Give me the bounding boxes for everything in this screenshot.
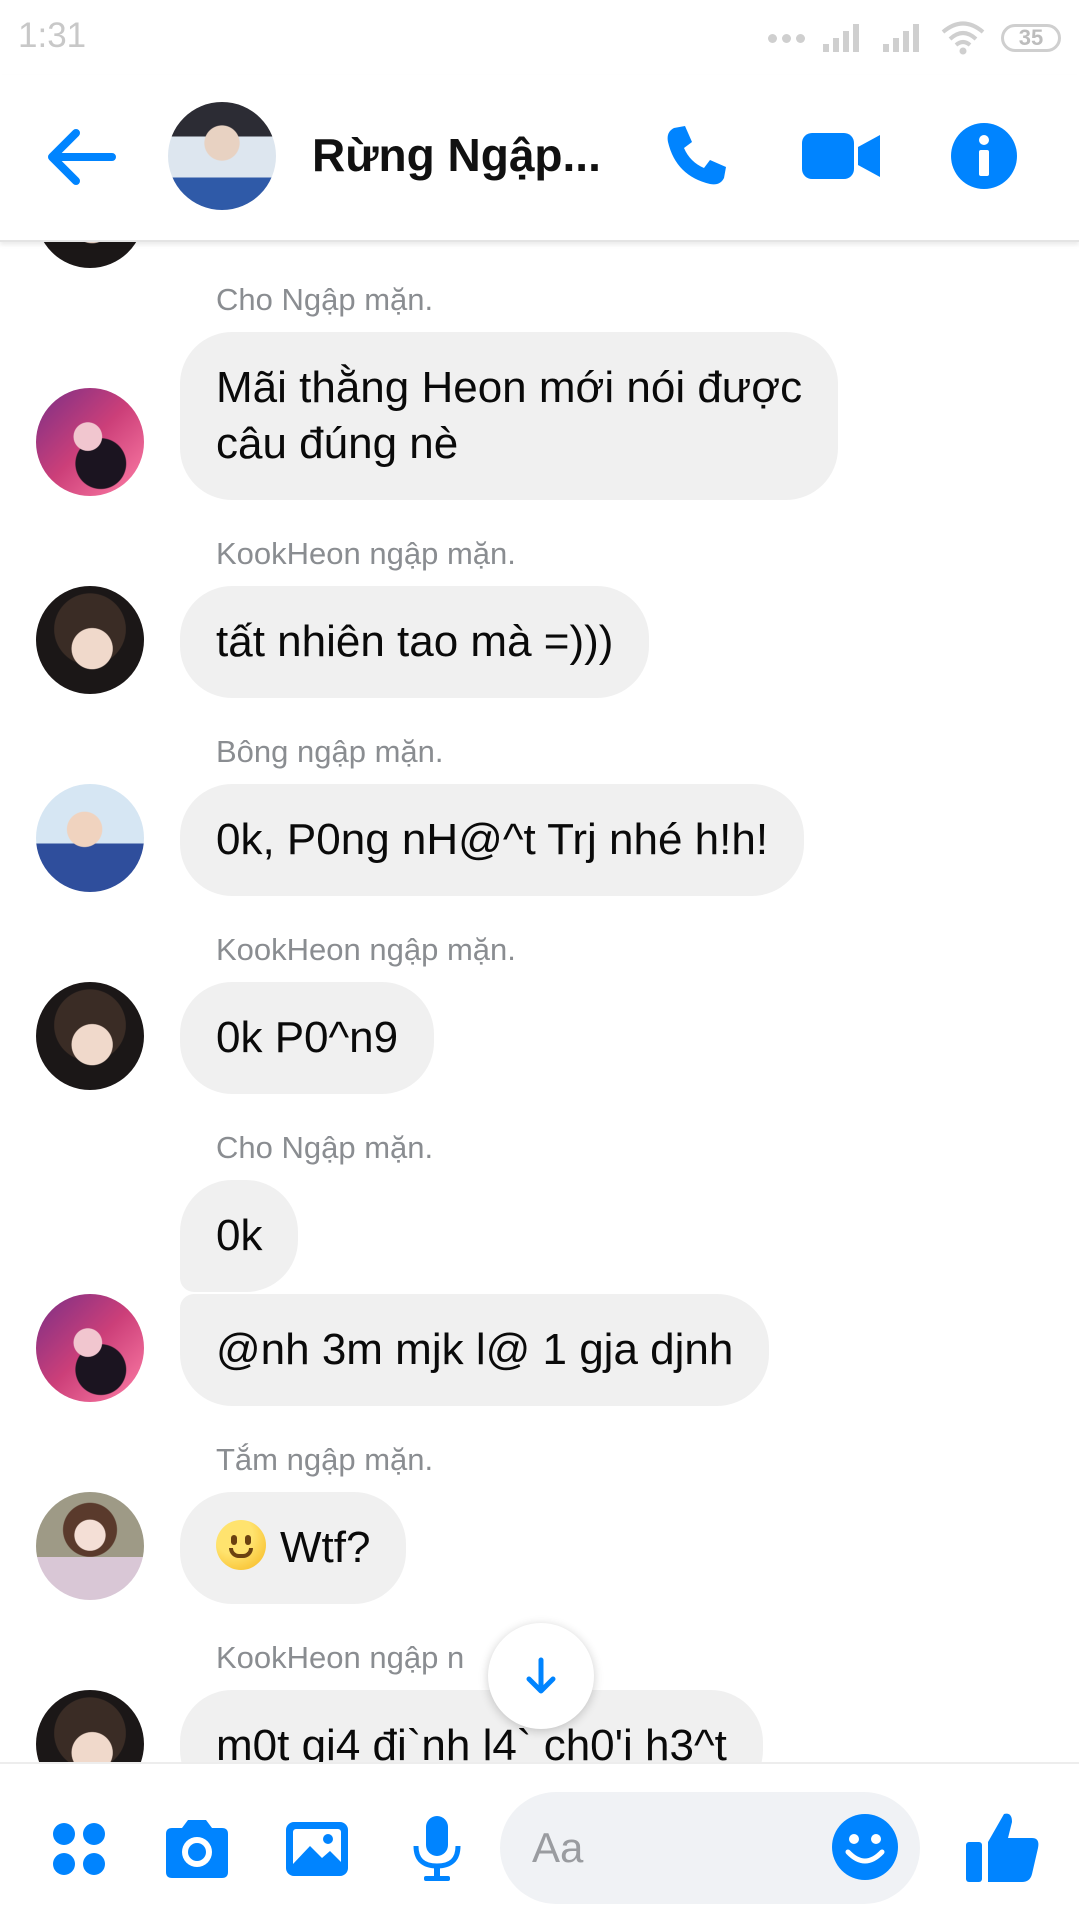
smiley-emoji-icon (216, 1520, 266, 1570)
message-text: 0k P0^n9 (216, 1013, 399, 1062)
sender-name: KookHeon ngập n (216, 1640, 465, 1675)
more-dots-icon (768, 33, 805, 43)
gallery-icon[interactable] (282, 1814, 352, 1884)
info-icon[interactable] (948, 120, 1020, 192)
message-text: 0k (216, 1211, 263, 1260)
composer-bar (0, 1762, 1079, 1922)
message-text: tất nhiên tao mà =))) (216, 617, 614, 666)
menu-dots-icon[interactable] (44, 1814, 114, 1884)
message-bubble[interactable]: 0k (180, 1180, 299, 1292)
avatar[interactable] (36, 1690, 144, 1762)
sender-name: Tắm ngập mặn. (216, 1442, 434, 1477)
avatar[interactable] (36, 982, 144, 1090)
video-camera-icon[interactable] (800, 125, 882, 187)
message-bubble[interactable]: 0k P0^n9 (180, 982, 435, 1094)
message-text: câu đúng nè (216, 419, 459, 468)
battery-icon: 35 (1001, 24, 1061, 52)
battery-level: 35 (1018, 25, 1044, 50)
message-text: 0k, P0ng nH@^t Trj nhé h!h! (216, 815, 769, 864)
avatar[interactable] (36, 388, 144, 496)
smiley-icon[interactable] (830, 1812, 900, 1882)
status-time: 1:31 (18, 16, 87, 55)
wifi-icon (941, 21, 985, 55)
status-icons: 35 (768, 18, 1061, 58)
message-bubble[interactable]: Mãi thằng Heon mới nói được câu đúng nè (180, 332, 839, 500)
message-bubble[interactable]: 0k, P0ng nH@^t Trj nhé h!h! (180, 784, 805, 896)
sender-name: Cho Ngập mặn. (216, 282, 434, 317)
camera-icon[interactable] (162, 1814, 232, 1884)
sender-name: Bông ngập mặn. (216, 734, 444, 769)
signal-icon-2 (883, 24, 919, 52)
message-text: m0t gi4 đi`nh l4` ch0'i h3^t (216, 1721, 727, 1762)
sender-name: KookHeon ngập mặn. (216, 536, 516, 571)
message-text: Mãi thằng Heon mới nói được (216, 363, 803, 412)
scroll-to-bottom-button[interactable] (488, 1623, 594, 1729)
avatar[interactable] (36, 784, 144, 892)
thumbs-up-icon[interactable] (964, 1808, 1042, 1886)
message-bubble[interactable]: m0t gi4 đi`nh l4` ch0'i h3^t (180, 1690, 763, 1762)
message-bubble[interactable]: tất nhiên tao mà =))) (180, 586, 650, 698)
back-arrow-icon[interactable] (40, 125, 120, 189)
status-bar: 1:31 35 (0, 0, 1079, 75)
message-list[interactable]: Cho Ngập mặn. Mãi thằng Heon mới nói đượ… (0, 240, 1079, 1762)
avatar[interactable] (36, 1294, 144, 1402)
microphone-icon[interactable] (402, 1814, 472, 1884)
message-text: @nh 3m mjk l@ 1 gja djnh (216, 1325, 734, 1374)
avatar[interactable] (36, 586, 144, 694)
sender-name: Cho Ngập mặn. (216, 1130, 434, 1165)
sender-name: KookHeon ngập mặn. (216, 932, 516, 967)
group-avatar[interactable] (168, 102, 276, 210)
arrow-down-icon (526, 1657, 556, 1694)
message-bubble[interactable]: @nh 3m mjk l@ 1 gja djnh (180, 1294, 770, 1406)
message-text: Wtf? (280, 1523, 371, 1572)
signal-icon (823, 24, 859, 52)
conversation-header: Rừng Ngập... (0, 75, 1079, 242)
conversation-title[interactable]: Rừng Ngập... (312, 128, 601, 182)
phone-icon[interactable] (660, 120, 732, 192)
message-bubble[interactable]: Wtf? (180, 1492, 407, 1604)
avatar[interactable] (36, 240, 144, 268)
avatar[interactable] (36, 1492, 144, 1600)
